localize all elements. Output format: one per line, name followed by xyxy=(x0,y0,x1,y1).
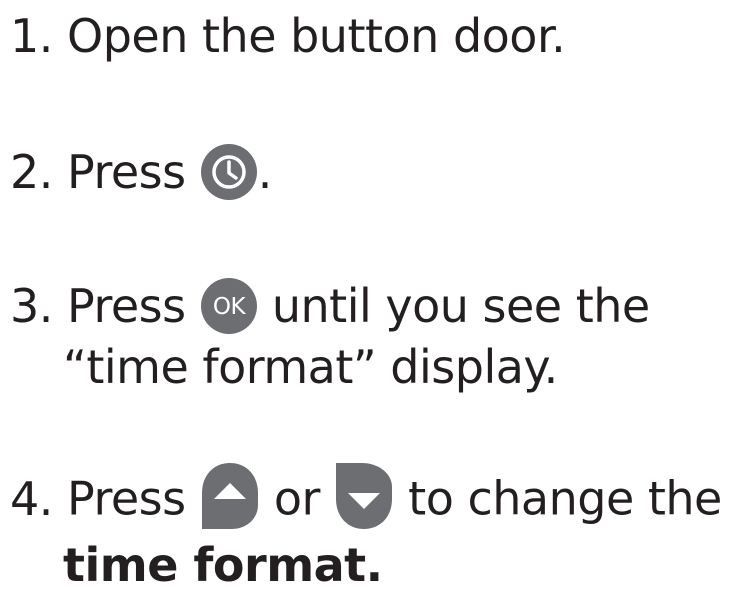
step-text: Open the button door. xyxy=(67,9,566,63)
ok-button-icon: OK xyxy=(200,277,258,335)
step-2: 2. Press . xyxy=(10,143,273,205)
ok-label: OK xyxy=(213,294,247,320)
step-punctuation: . xyxy=(257,145,273,199)
step-number: 3. xyxy=(10,279,53,333)
step-text: Press xyxy=(67,279,186,333)
step-text-after: to change the xyxy=(408,471,722,526)
down-arrow-button-icon xyxy=(334,461,394,531)
step-text-after: until you see the xyxy=(271,279,650,333)
step-1: 1. Open the button door. xyxy=(10,8,566,64)
step-text: Press xyxy=(67,471,186,526)
step-4: 4. Press or to change the time format. xyxy=(10,463,722,593)
step-number: 4. xyxy=(10,471,53,526)
step-number: 1. xyxy=(10,9,53,63)
step-number: 2. xyxy=(10,145,53,199)
step-text: Press xyxy=(67,145,186,199)
up-arrow-button-icon xyxy=(200,461,260,531)
step-3: 3. Press OK until you see the “time form… xyxy=(10,277,650,395)
clock-button-icon xyxy=(200,143,258,201)
step-text-line2: “time format” display. xyxy=(63,339,558,394)
step-text-or: or xyxy=(273,471,321,526)
step-text-line2-bold: time format. xyxy=(63,538,383,592)
